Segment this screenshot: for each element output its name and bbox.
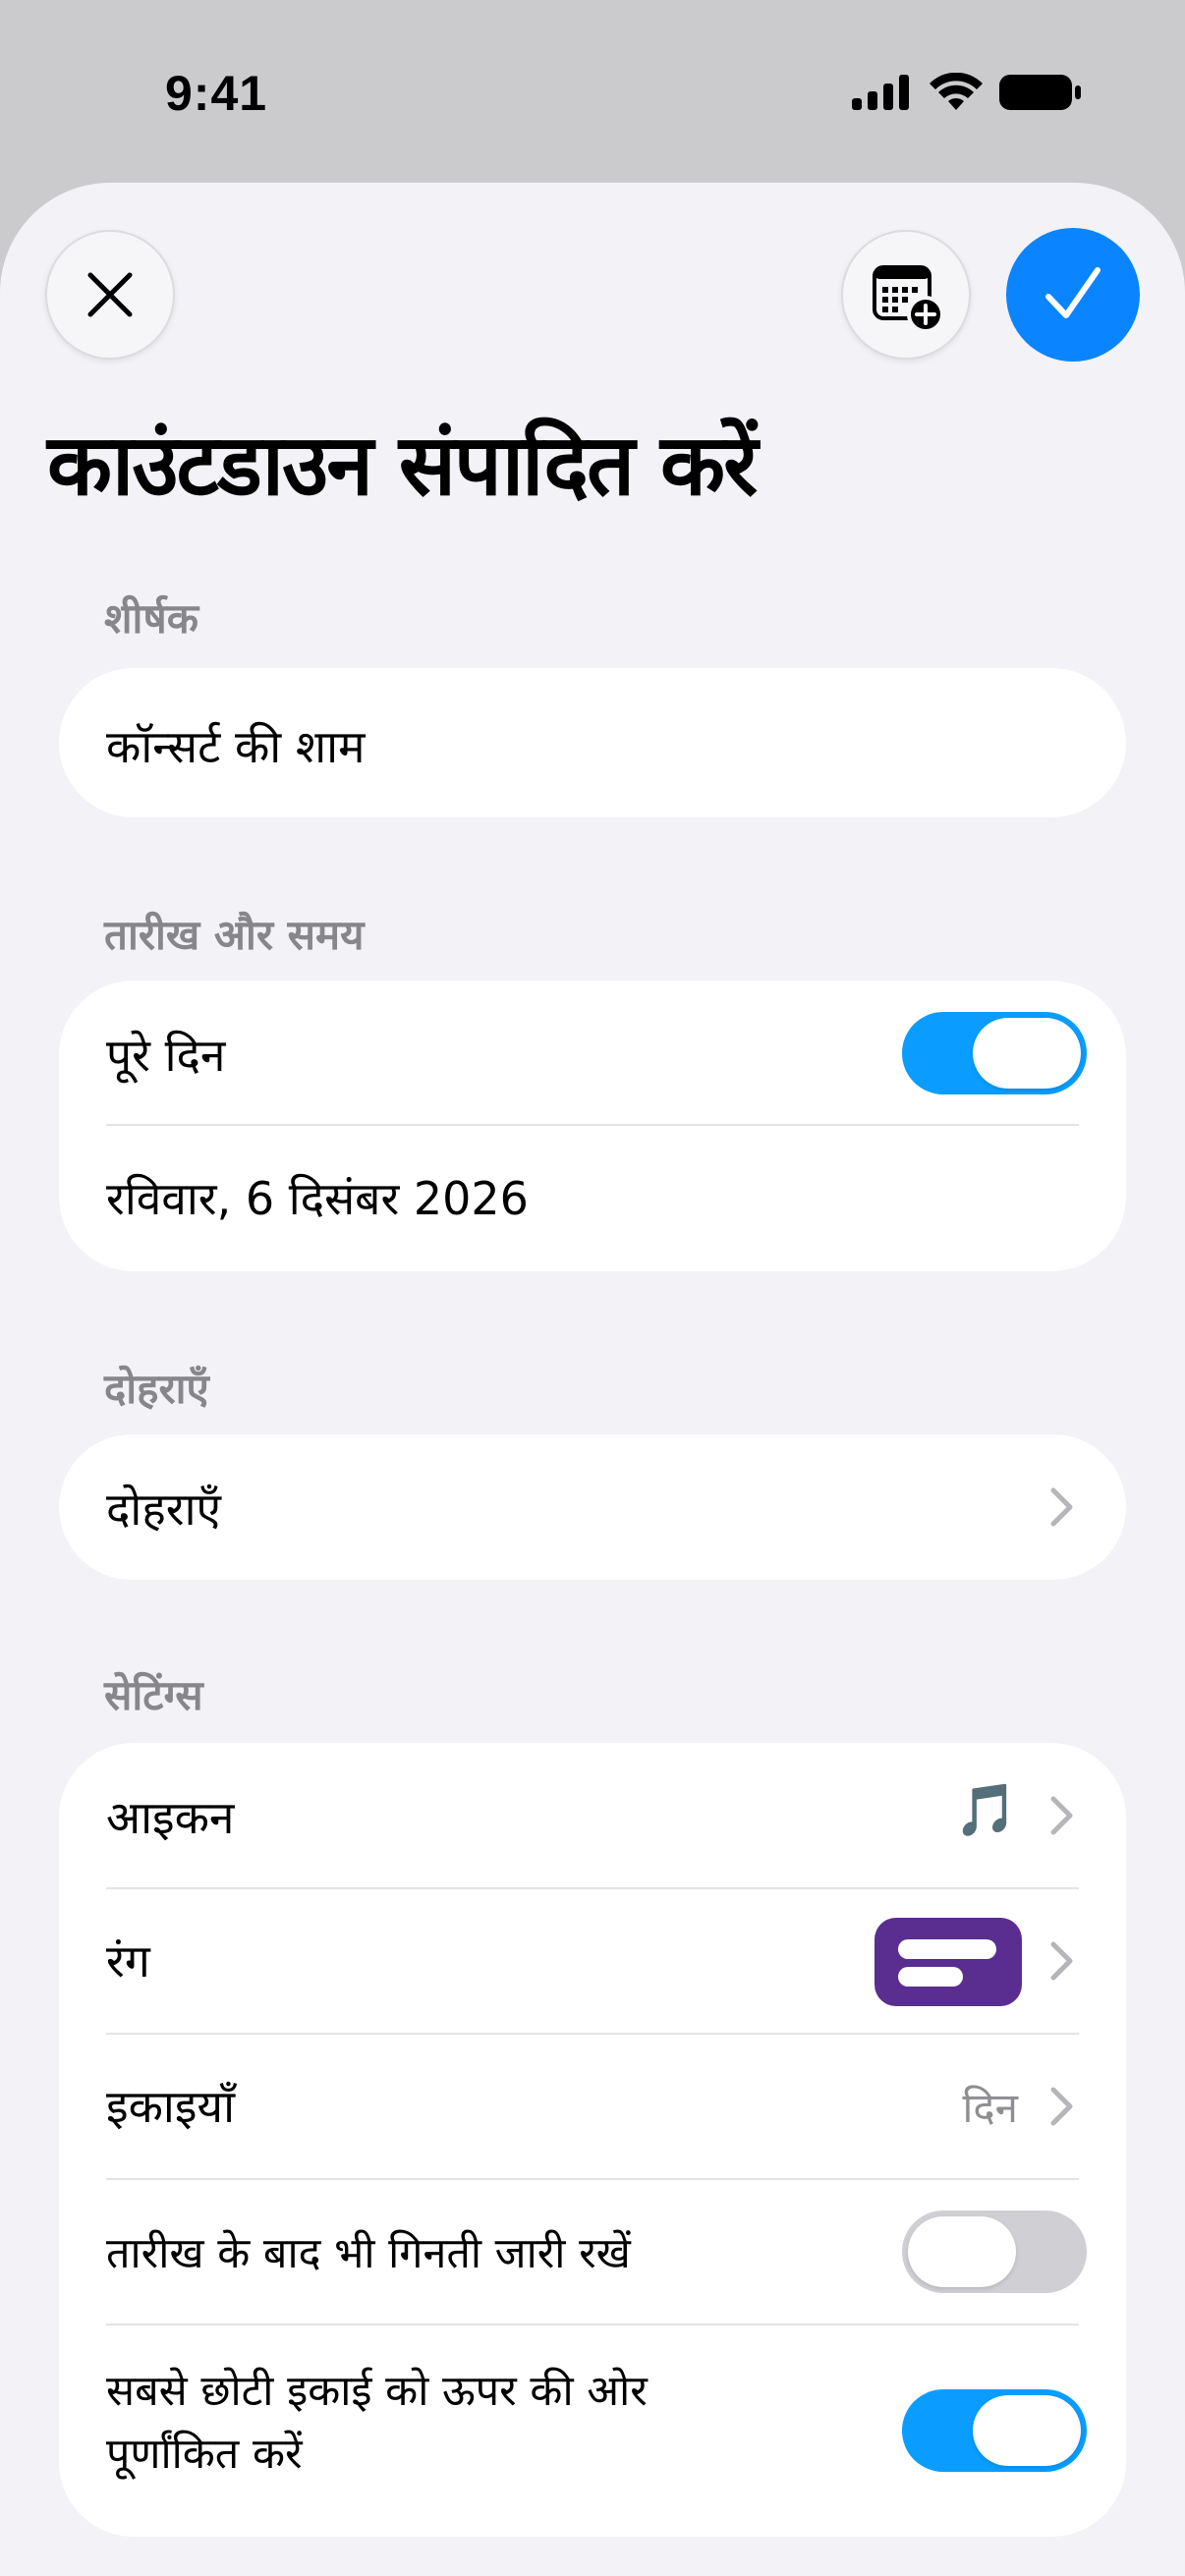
calendar-add-icon bbox=[873, 265, 944, 333]
round-up-toggle[interactable] bbox=[902, 2389, 1087, 2472]
all-day-toggle[interactable] bbox=[902, 1012, 1087, 1094]
chevron-right-icon bbox=[1050, 1796, 1073, 1835]
cellular-signal-icon bbox=[852, 75, 909, 110]
wifi-icon bbox=[930, 73, 983, 110]
all-day-label: पूरे दिन bbox=[106, 1029, 226, 1082]
chevron-right-icon bbox=[1050, 1941, 1073, 1981]
page-title: काउंटडाउन संपादित करें bbox=[47, 417, 758, 515]
chevron-right-icon bbox=[1050, 1487, 1073, 1527]
add-to-calendar-button[interactable] bbox=[841, 230, 971, 360]
close-icon bbox=[87, 272, 133, 317]
music-note-icon: 🎵 bbox=[954, 1781, 1018, 1840]
units-value: दिन bbox=[962, 2084, 1019, 2132]
section-label-datetime: तारीख और समय bbox=[104, 911, 365, 959]
round-up-row: सबसे छोटी इकाई को ऊपर की ओर पूर्णांकित क… bbox=[59, 2324, 1126, 2537]
date-row[interactable]: रविवार, 6 दिसंबर 2026 bbox=[59, 1126, 1126, 1271]
units-row[interactable]: इकाइयाँ दिन bbox=[59, 2034, 1126, 2179]
status-time: 9:41 bbox=[165, 66, 268, 121]
continue-counting-toggle[interactable] bbox=[902, 2211, 1087, 2293]
title-input-row[interactable]: कॉन्सर्ट की शाम bbox=[59, 668, 1126, 817]
repeat-row[interactable]: दोहराएँ bbox=[59, 1434, 1126, 1580]
continue-counting-row: तारीख के बाद भी गिनती जारी रखें bbox=[59, 2179, 1126, 2324]
section-label-title: शीर्षक bbox=[104, 594, 198, 643]
units-label: इकाइयाँ bbox=[106, 2080, 236, 2133]
battery-icon bbox=[999, 75, 1081, 110]
repeat-label: दोहराएँ bbox=[106, 1483, 221, 1536]
color-row[interactable]: रंग bbox=[59, 1888, 1126, 2034]
color-swatch bbox=[875, 1918, 1022, 2006]
repeat-card: दोहराएँ bbox=[59, 1434, 1126, 1580]
section-label-repeat: दोहराएँ bbox=[104, 1365, 209, 1413]
all-day-row: पूरे दिन bbox=[59, 980, 1126, 1126]
chevron-right-icon bbox=[1050, 2087, 1073, 2126]
title-input[interactable]: कॉन्सर्ट की शाम bbox=[106, 715, 366, 776]
icon-label: आइकन bbox=[106, 1791, 235, 1844]
checkmark-icon bbox=[1045, 267, 1100, 318]
color-label: रंग bbox=[106, 1934, 150, 1988]
datetime-card: पूरे दिन रविवार, 6 दिसंबर 2026 bbox=[59, 980, 1126, 1271]
date-value[interactable]: रविवार, 6 दिसंबर 2026 bbox=[106, 1167, 529, 1228]
status-icons bbox=[852, 73, 1082, 112]
settings-card: आइकन 🎵 रंग इकाइयाँ दिन तारीख के बाद भी ग… bbox=[59, 1743, 1126, 2537]
icon-row[interactable]: आइकन 🎵 bbox=[59, 1743, 1126, 1888]
round-up-label: सबसे छोटी इकाई को ऊपर की ओर पूर्णांकित क… bbox=[106, 2360, 648, 2486]
section-label-settings: सेटिंग्स bbox=[104, 1671, 203, 1719]
continue-counting-label: तारीख के बाद भी गिनती जारी रखें bbox=[106, 2229, 631, 2278]
confirm-button[interactable] bbox=[1006, 228, 1140, 362]
title-card: कॉन्सर्ट की शाम bbox=[59, 668, 1126, 817]
status-bar: 9:41 bbox=[0, 0, 1185, 187]
close-button[interactable] bbox=[45, 230, 175, 360]
round-up-label-line1: सबसे छोटी इकाई को ऊपर की ओर bbox=[106, 2367, 648, 2416]
round-up-label-line2: पूर्णांकित करें bbox=[106, 2430, 303, 2479]
